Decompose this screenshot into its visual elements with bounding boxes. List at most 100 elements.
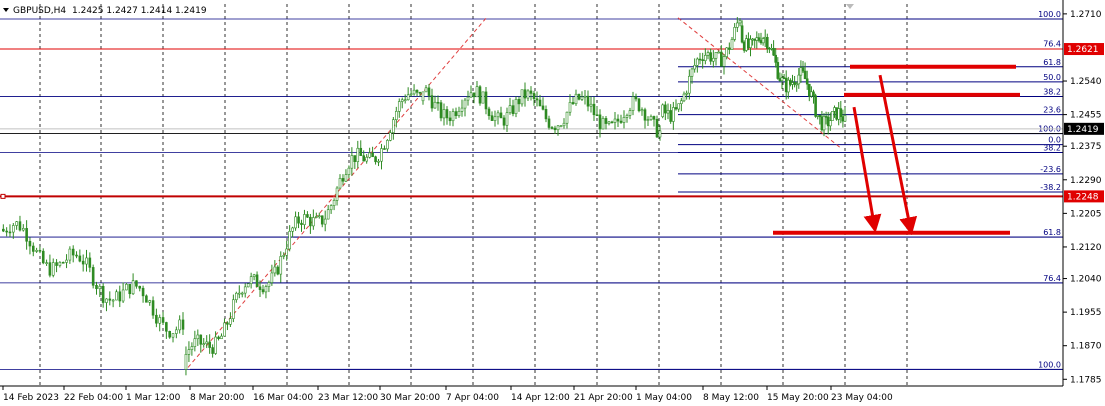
- candle-body: [833, 107, 836, 112]
- candle-body: [472, 92, 476, 98]
- candle-body: [223, 322, 226, 337]
- candle-body: [839, 108, 843, 117]
- candle-body: [797, 74, 801, 85]
- candle-body: [460, 107, 464, 112]
- candle-body: [580, 96, 584, 100]
- candle-body: [637, 98, 641, 112]
- price-chart[interactable]: 100.076.461.850.038.223.6100.00.038.2-23…: [0, 0, 1105, 406]
- candle-body: [520, 89, 524, 105]
- candle-body: [728, 47, 731, 50]
- candle-body: [155, 314, 158, 324]
- candle-body: [478, 86, 482, 104]
- candle-body: [628, 110, 632, 116]
- candle-body: [712, 57, 715, 62]
- candle-body: [778, 78, 782, 81]
- candle-body: [757, 37, 761, 41]
- candle-body: [674, 107, 678, 110]
- candle-body: [326, 209, 330, 220]
- candle-body: [389, 132, 392, 141]
- x-tick-label: 23 Mar 12:00: [318, 393, 378, 403]
- candle-body: [517, 99, 521, 105]
- candle-body: [226, 322, 229, 325]
- candle-body: [78, 255, 82, 262]
- candle-body: [365, 156, 368, 162]
- candle-body: [356, 147, 360, 162]
- candle-body: [574, 93, 578, 105]
- candle-body: [48, 262, 52, 276]
- candle-body: [68, 248, 72, 261]
- candle-body: [397, 101, 401, 112]
- scroll-shift-icon[interactable]: [846, 4, 854, 9]
- candle-body: [682, 93, 686, 102]
- down-arrow-short[interactable]: [852, 106, 882, 233]
- x-tick-label: 14 Apr 12:00: [511, 393, 570, 403]
- candle-body: [810, 91, 813, 97]
- candle-body: [693, 65, 696, 70]
- ohlc-values: 1.2425 1.2427 1.2414 1.2419: [72, 6, 207, 16]
- candle-body: [380, 148, 383, 162]
- candle-body: [21, 228, 25, 231]
- candle-body: [424, 87, 428, 93]
- candle-body: [803, 70, 807, 80]
- support-line-handle[interactable]: [0, 193, 6, 199]
- candle-body: [776, 62, 780, 79]
- candle-body: [669, 110, 672, 122]
- candle-body: [315, 216, 318, 218]
- candle-body: [782, 77, 786, 79]
- y-tick-label: 1.2205: [1070, 209, 1102, 219]
- candle-body: [685, 92, 688, 95]
- candle-body: [273, 266, 277, 274]
- candle-body: [690, 68, 694, 77]
- candle-body: [252, 274, 256, 277]
- candle-body: [481, 91, 485, 104]
- candle-body: [232, 299, 235, 319]
- candle-body: [442, 109, 446, 119]
- candle-body: [85, 257, 88, 265]
- candle-body: [658, 130, 662, 138]
- fib-level-label: 50.0: [1043, 73, 1061, 82]
- candle-body: [291, 227, 294, 232]
- candle-body: [816, 114, 820, 117]
- candle-body: [65, 259, 68, 263]
- fib-level-label: -38.2: [1040, 183, 1061, 192]
- candle-body: [789, 79, 792, 85]
- candle-body: [415, 89, 419, 93]
- candle-body: [765, 36, 769, 49]
- chart-menu-icon[interactable]: [3, 8, 9, 12]
- candle-body: [199, 334, 203, 345]
- candle-body: [41, 250, 45, 264]
- candle-body: [613, 118, 617, 123]
- candle-body: [607, 121, 611, 124]
- candle-body: [799, 67, 803, 76]
- candle-body: [229, 318, 232, 325]
- y-tick-label: 1.1785: [1070, 375, 1102, 385]
- candle-body: [412, 89, 416, 95]
- candle-body: [649, 116, 653, 120]
- candle-body: [730, 39, 734, 50]
- y-tick-label: 1.1870: [1070, 342, 1102, 352]
- candle-body: [249, 276, 253, 284]
- candle-body: [722, 56, 726, 67]
- candle-body: [427, 87, 431, 96]
- candle-body: [544, 109, 548, 120]
- candle-body: [243, 286, 247, 294]
- candle-body: [125, 283, 128, 291]
- candle-body: [568, 102, 572, 113]
- x-tick-label: 1 May 04:00: [636, 393, 692, 403]
- candle-body: [220, 335, 223, 340]
- candle-body: [592, 103, 596, 116]
- candle-body: [101, 286, 105, 303]
- candle-body: [421, 91, 425, 102]
- candle-body: [71, 248, 75, 256]
- down-arrow-long[interactable]: [878, 74, 918, 236]
- candle-body: [81, 260, 85, 265]
- candle-body: [300, 222, 303, 225]
- candle-body: [193, 338, 197, 347]
- candle-body: [801, 67, 805, 72]
- candle-body: [786, 79, 790, 93]
- candle-body: [383, 148, 386, 150]
- candle-body: [406, 94, 410, 101]
- candle-body: [141, 287, 145, 297]
- candle-body: [738, 20, 742, 24]
- candle-body: [151, 300, 155, 316]
